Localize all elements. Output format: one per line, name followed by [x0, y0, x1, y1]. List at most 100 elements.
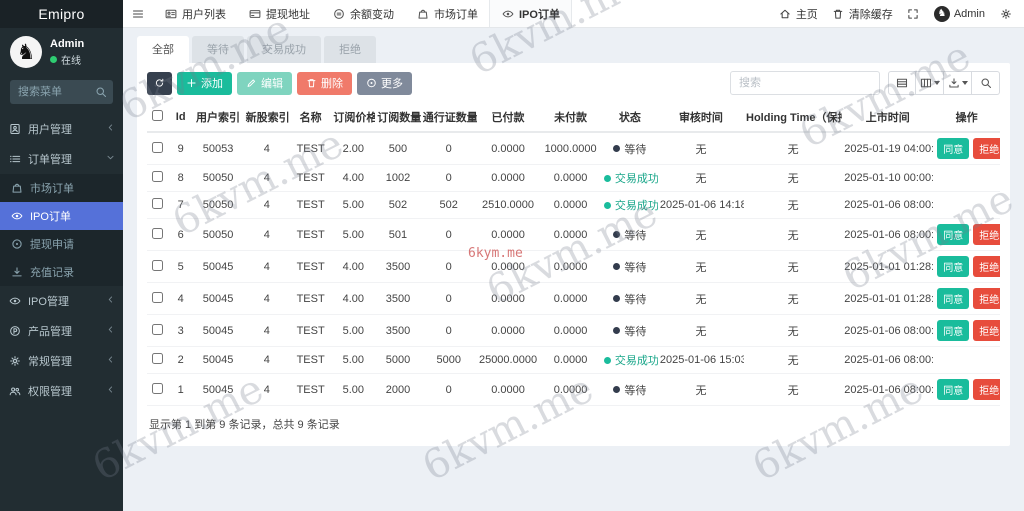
row-checkbox[interactable] [152, 323, 164, 335]
chevron-left-icon [106, 355, 115, 367]
status-badge: 等待 [613, 141, 646, 157]
search-button[interactable] [972, 71, 1000, 95]
actions-cell: 同意 拒绝 [933, 218, 1000, 251]
status-badge: 交易成功 [603, 352, 658, 368]
cell: 2 [168, 346, 193, 374]
select-all-checkbox[interactable] [152, 110, 164, 121]
cell: 2000 [375, 373, 421, 406]
columns-button[interactable] [916, 71, 944, 95]
cell: 0.0000 [539, 218, 602, 251]
cell: 5.00 [331, 373, 376, 406]
review-time-cell: 无 [657, 282, 744, 315]
refresh-button[interactable] [147, 71, 172, 95]
approve-button[interactable]: 同意 [937, 138, 970, 159]
approve-button[interactable]: 同意 [937, 256, 970, 277]
home-link[interactable]: 主页 [779, 6, 818, 22]
status-badge: 等待 [613, 291, 646, 307]
approve-button[interactable]: 同意 [937, 320, 970, 341]
sidebar-item-permission-management[interactable]: 权限管理 [0, 376, 123, 406]
sidebar-item-user-management[interactable]: 用户管理 [0, 114, 123, 144]
cell: 3500 [375, 314, 421, 347]
sidebar-item-market-orders[interactable]: 市场订单 [0, 174, 123, 202]
nav-tab-market-orders[interactable]: 市场订单 [405, 0, 489, 27]
review-time-cell: 无 [657, 132, 744, 165]
cell: 50045 [192, 282, 244, 315]
nav-tab-withdraw-address[interactable]: 提现地址 [237, 0, 321, 27]
row-checkbox[interactable] [152, 353, 164, 364]
navbar-right: 主页 清除缓存 ♞ Admin [779, 5, 1024, 22]
holding-time-cell: 无 [744, 314, 843, 347]
sidebar-item-withdraw-requests[interactable]: 提现申请 [0, 230, 123, 258]
sidebar-item-product-management[interactable]: 产品管理 [0, 316, 123, 346]
cell: 4.00 [331, 164, 376, 192]
sidebar-item-recharge-records[interactable]: 充值记录 [0, 258, 123, 286]
cell: TEST [289, 282, 332, 315]
sidebar-item-ipo-orders[interactable]: IPO订单 [0, 202, 123, 230]
delete-button[interactable]: 删除 [297, 71, 352, 95]
p-circle-icon [8, 325, 21, 338]
filter-tab-waiting[interactable]: 等待 [192, 36, 244, 63]
row-checkbox[interactable] [152, 227, 164, 239]
settings-button[interactable] [999, 7, 1012, 20]
cell: 5.00 [331, 218, 376, 251]
sidebar-item-order-management[interactable]: 订单管理 [0, 144, 123, 174]
status-cell: 等待 [601, 218, 658, 251]
column-header: 通行证数量 [420, 103, 477, 133]
actions-cell [933, 191, 1000, 219]
holding-time-cell: 无 [744, 164, 843, 192]
filter-tab-success[interactable]: 交易成功 [247, 36, 321, 63]
sidebar-item-general-management[interactable]: 常规管理 [0, 346, 123, 376]
export-button[interactable] [944, 71, 972, 95]
toggle-view-button[interactable] [888, 71, 916, 95]
approve-button[interactable]: 同意 [937, 379, 970, 400]
sidebar-item-ipo-management[interactable]: IPO管理 [0, 286, 123, 316]
filter-tab-all[interactable]: 全部 [137, 36, 189, 63]
status-badge: 等待 [613, 323, 646, 339]
cell: 4 [243, 282, 290, 315]
cell: 4 [243, 191, 290, 219]
approve-button[interactable]: 同意 [937, 224, 970, 245]
table-card: 添加 编辑 删除 更多 搜索 Id 用户索引 新股索引 名称 订阅价格 订阅数量… [137, 63, 1010, 446]
row-checkbox[interactable] [152, 259, 164, 271]
reject-button[interactable]: 拒绝 [973, 138, 1000, 159]
trash-icon [306, 78, 317, 89]
cell: 4.00 [331, 282, 376, 315]
nav-tab-balance-changes[interactable]: 余额变动 [321, 0, 405, 27]
reject-button[interactable]: 拒绝 [973, 288, 1000, 309]
column-header: 状态 [601, 103, 658, 133]
clear-cache-button[interactable]: 清除缓存 [832, 6, 893, 22]
plus-icon [186, 78, 197, 89]
actions-cell: 同意 拒绝 [933, 282, 1000, 315]
reject-button[interactable]: 拒绝 [973, 320, 1000, 341]
nav-tab-user-list[interactable]: 用户列表 [153, 0, 237, 27]
reject-button[interactable]: 拒绝 [973, 379, 1000, 400]
row-checkbox[interactable] [152, 171, 164, 182]
app-window: Emipro ♞ Admin 在线 用户管理订单管理市场订单IPO订单提现申请充… [0, 0, 1024, 511]
admin-menu[interactable]: ♞ Admin [933, 5, 985, 22]
sidebar-item-label: 权限管理 [28, 386, 72, 398]
status-dot-icon [603, 356, 611, 364]
nav-tab-ipo-orders[interactable]: IPO订单 [489, 0, 572, 27]
table-search-input[interactable] [730, 71, 880, 95]
status-dot-icon [613, 386, 621, 393]
row-checkbox[interactable] [152, 198, 164, 209]
table-row: 8 50050 4 TEST 4.00 1002 0 0.0000 0.0000 交易成功无无 20… [147, 164, 1000, 192]
filter-tab-rejected[interactable]: 拒绝 [324, 36, 376, 63]
edit-button[interactable]: 编辑 [237, 71, 292, 95]
row-checkbox[interactable] [152, 382, 164, 394]
reject-button[interactable]: 拒绝 [973, 256, 1000, 277]
approve-button[interactable]: 同意 [937, 288, 970, 309]
fullscreen-button[interactable] [907, 7, 920, 20]
review-time-cell: 2025-01-06 14:18:21 [657, 191, 744, 219]
listing-time-cell: 2025-01-01 01:28:10 [842, 282, 934, 315]
sidebar-toggle-button[interactable] [123, 0, 153, 27]
add-button[interactable]: 添加 [177, 71, 232, 95]
reject-button[interactable]: 拒绝 [973, 224, 1000, 245]
nav-tab-label: IPO订单 [519, 8, 560, 21]
table-toolbar: 添加 编辑 删除 更多 [147, 71, 1000, 95]
more-button[interactable]: 更多 [357, 71, 412, 95]
online-dot-icon [50, 55, 57, 63]
row-checkbox[interactable] [152, 141, 164, 153]
home-icon [779, 7, 792, 20]
row-checkbox[interactable] [152, 291, 164, 303]
